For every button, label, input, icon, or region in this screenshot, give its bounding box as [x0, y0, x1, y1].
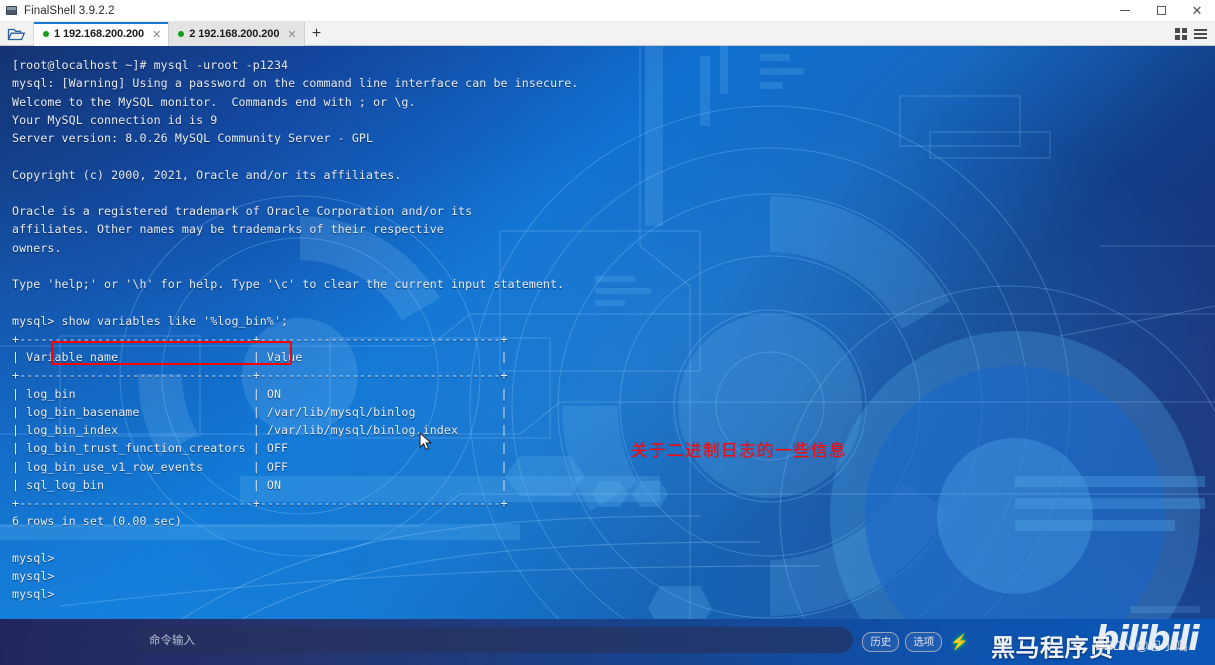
terminal-line: mysql: [Warning] Using a password on the…: [12, 76, 579, 91]
new-tab-button[interactable]: +: [304, 22, 329, 45]
terminal-line: Server version: 8.0.26 MySQL Community S…: [12, 131, 374, 145]
tab-close-icon[interactable]: ✕: [287, 28, 296, 41]
maximize-button[interactable]: [1143, 0, 1179, 22]
terminal-line: +---------------------------------+-----…: [12, 496, 508, 510]
grid-view-icon[interactable]: [1175, 27, 1187, 40]
history-button[interactable]: 历史: [862, 632, 900, 652]
lightning-bolt-icon[interactable]: ⚡: [950, 635, 969, 650]
tab-label: 1 192.168.200.200: [54, 28, 145, 40]
terminal-output[interactable]: [root@localhost ~]# mysql -uroot -p1234 m…: [0, 46, 1215, 630]
finalshell-window: FinalShell 3.9.2.2 ✕ 1 192.168.200.200 ✕…: [0, 0, 1215, 665]
terminal-line: Welcome to the MySQL monitor. Commands e…: [12, 94, 416, 109]
status-bar-actions: 历史 选项 ⚡ bilibili 黑马程序员 CSDN @包小端: [862, 619, 1207, 665]
terminal-line: mysql>: [12, 587, 55, 602]
terminal-line: Your MySQL connection id is 9: [12, 112, 218, 127]
terminal-line: | log_bin | ON |: [12, 386, 508, 401]
status-bar: 命令输入 历史 选项 ⚡ bilibili 黑马程序员 CSDN @包小端: [0, 619, 1215, 665]
tab-session-2[interactable]: 2 192.168.200.200 ✕: [169, 22, 305, 46]
minimize-button[interactable]: [1107, 0, 1143, 22]
tab-bar: 1 192.168.200.200 ✕ 2 192.168.200.200 ✕ …: [0, 22, 1215, 46]
hamburger-menu-icon[interactable]: [1194, 28, 1207, 39]
terminal-line: | sql_log_bin | ON |: [12, 477, 508, 492]
annotation-text: 关于二进制日志的一些信息: [631, 441, 847, 460]
terminal-line: | log_bin_use_v1_row_events | OFF |: [12, 459, 508, 474]
title-bar: FinalShell 3.9.2.2 ✕: [0, 0, 1215, 22]
terminal-pane[interactable]: [root@localhost ~]# mysql -uroot -p1234 m…: [0, 46, 1215, 665]
tab-close-icon[interactable]: ✕: [152, 28, 161, 41]
terminal-line: 6 rows in set (0.00 sec): [12, 514, 182, 529]
terminal-line: +---------------------------------+-----…: [12, 368, 508, 383]
terminal-line: Type 'help;' or '\h' for help. Type '\c'…: [12, 277, 565, 291]
window-title: FinalShell 3.9.2.2: [24, 4, 115, 17]
command-input-placeholder: 命令输入: [149, 633, 195, 647]
terminal-line: [root@localhost ~]# mysql -uroot -p1234: [12, 58, 289, 72]
status-dot-icon: [43, 31, 49, 37]
tab-label: 2 192.168.200.200: [189, 28, 280, 40]
status-dot-icon: [178, 31, 185, 37]
mouse-pointer-icon: [419, 431, 433, 456]
options-button[interactable]: 选项: [905, 632, 943, 652]
terminal-line: owners.: [12, 240, 62, 255]
terminal-line: +---------------------------------+-----…: [12, 331, 508, 346]
tab-session-1[interactable]: 1 192.168.200.200 ✕: [34, 22, 170, 46]
terminal-line: | log_bin_basename | /var/lib/mysql/binl…: [12, 404, 508, 419]
app-window-icon: [0, 6, 22, 15]
terminal-line: | Variable_name | Value |: [12, 350, 508, 364]
terminal-line: affiliates. Other names may be trademark…: [12, 222, 444, 237]
terminal-line: | log_bin_trust_function_creators | OFF …: [12, 441, 508, 456]
close-button[interactable]: ✕: [1179, 0, 1215, 22]
watermark-author: CSDN @包小端: [1095, 638, 1188, 653]
terminal-line: Oracle is a registered trademark of Orac…: [12, 204, 473, 218]
tab-bar-actions: [1175, 22, 1215, 45]
terminal-line: mysql>: [12, 550, 55, 565]
terminal-line: Copyright (c) 2000, 2021, Oracle and/or …: [12, 167, 402, 182]
folder-open-icon[interactable]: [0, 22, 34, 45]
terminal-line: mysql> show variables like '%log_bin%';: [12, 313, 289, 328]
terminal-line: mysql>: [12, 569, 55, 583]
watermark-group: bilibili 黑马程序员 CSDN @包小端: [977, 619, 1207, 665]
terminal-line: | log_bin_index | /var/lib/mysql/binlog.…: [12, 423, 508, 437]
command-input[interactable]: 命令输入: [133, 627, 853, 653]
window-controls: ✕: [1107, 0, 1215, 22]
